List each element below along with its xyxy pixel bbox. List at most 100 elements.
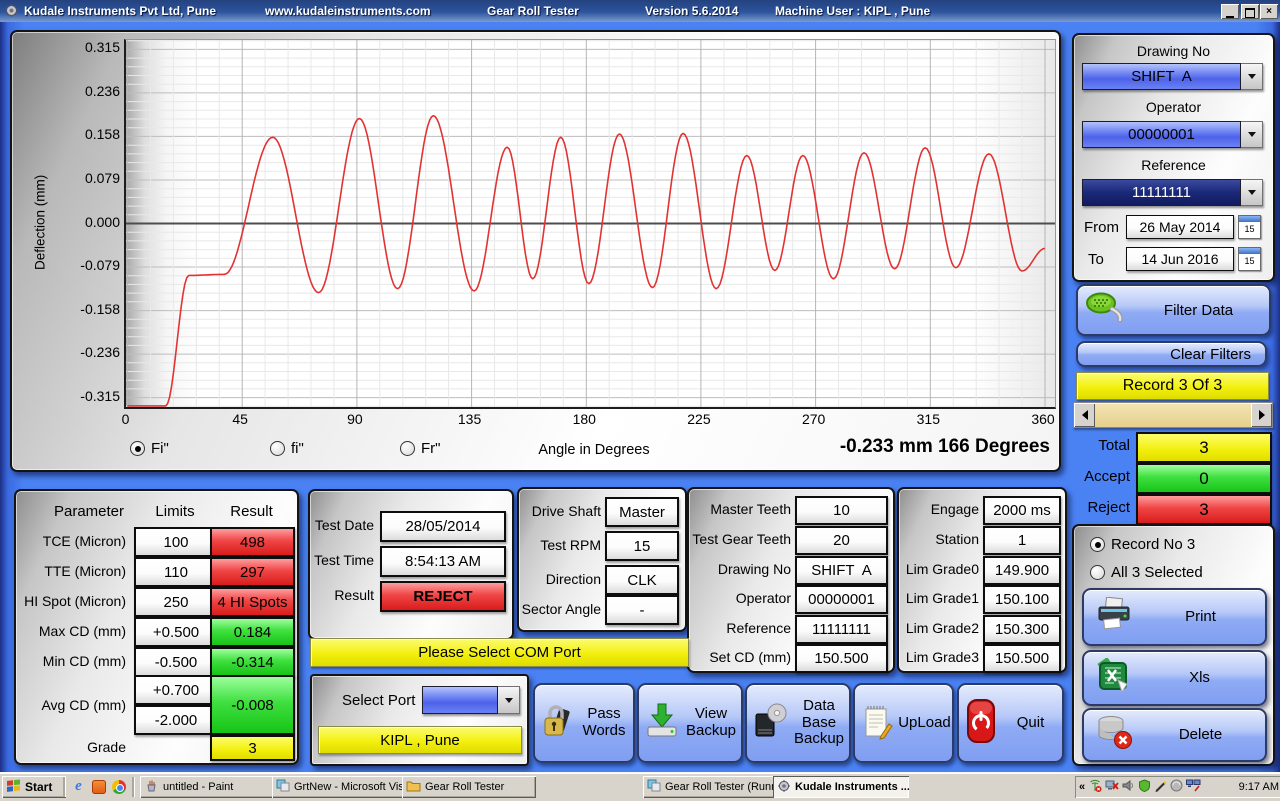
mincd-limit[interactable]: -0.500 [134,647,218,677]
avgcd-limit-upper[interactable]: +0.700 [134,675,218,705]
scroll-left-button[interactable] [1074,403,1095,427]
taskbar-divider [132,777,134,797]
print-button[interactable]: Print [1082,588,1267,646]
set-cd-value[interactable]: 150.500 [795,644,888,673]
restore-button[interactable] [1241,4,1259,19]
operator-dropdown[interactable]: 00000001 [1082,121,1263,148]
updates-shield-icon[interactable] [1138,779,1151,795]
reference-value2[interactable]: 11111111 [795,615,888,644]
tte-result: 297 [210,557,295,587]
fr-radio-label: Fr" [421,440,440,457]
clear-filters-button[interactable]: Clear Filters [1076,341,1267,367]
task-paint[interactable]: untitled - Paint [140,776,276,798]
master-teeth-value[interactable]: 10 [795,496,888,525]
lim-grade0-value[interactable]: 149.900 [983,556,1061,585]
upload-label: UpLoad [895,715,952,732]
record-scrollbar[interactable] [1073,402,1273,428]
network-computers-icon[interactable] [1186,779,1201,795]
quit-button[interactable]: Quit [957,683,1064,763]
avgcd-result: -0.008 [210,675,295,735]
select-port-dropdown[interactable] [422,686,520,714]
lim-grade1-label: Lim Grade1 [899,590,979,606]
filter-data-label: Filter Data [1128,302,1269,319]
task-gear-roll-tester-folder[interactable]: Gear Roll Tester [402,776,536,798]
pen-input-icon[interactable] [1154,779,1167,795]
fr-radio[interactable]: Fr" [400,440,440,457]
test-rpm-value[interactable]: 15 [605,531,679,561]
x-tick-label: 360 [1031,411,1054,427]
x-tick-label: 135 [458,411,481,427]
y-tick-label: 0.158 [85,126,120,142]
upload-button[interactable]: UpLoad [853,683,954,763]
drive-shaft-value[interactable]: Master [605,497,679,527]
x-tick-label: 0 [122,411,130,427]
wireless-icon[interactable] [1088,779,1102,795]
task-grtnew[interactable]: GrtNew - Microsoft Visual... [272,776,406,798]
test-date-value: 28/05/2014 [380,511,506,542]
lim-grade1-value[interactable]: 150.100 [983,585,1061,614]
operator-value: 00000001 [1082,121,1241,148]
chevron-down-icon[interactable] [498,686,520,714]
delete-button[interactable]: Delete [1082,708,1267,762]
test-gear-teeth-value[interactable]: 20 [795,526,888,555]
from-date-input[interactable]: 26 May 2014 [1126,215,1234,239]
fi-lower-radio[interactable]: fi" [270,440,304,457]
operator-value2[interactable]: 00000001 [795,585,888,614]
chevron-down-icon[interactable] [1241,63,1263,90]
chevron-down-icon[interactable] [1241,121,1263,148]
lim-grade2-value[interactable]: 150.300 [983,615,1061,644]
scrollbar-track[interactable] [1095,403,1251,427]
pass-words-button[interactable]: Pass Words [533,683,635,763]
hispot-limit[interactable]: 250 [134,587,218,617]
y-axis-label: Deflection (mm) [32,122,48,322]
tce-limit[interactable]: 100 [134,527,218,557]
volume-icon[interactable] [1122,779,1135,795]
maxcd-result: 0.184 [210,617,295,647]
start-button[interactable]: Start [2,776,66,798]
browser-icon[interactable] [110,778,127,795]
clock[interactable]: 9:17 AM [1239,781,1279,793]
task-gear-roll-tester-running[interactable]: Gear Roll Tester (Runnin... [643,776,778,798]
x-tick-label: 225 [687,411,710,427]
result-header: Result [210,503,293,520]
station-value[interactable]: 1 [983,526,1061,555]
xls-button[interactable]: Xls [1082,650,1267,706]
record-counter: Record 3 Of 3 [1076,372,1269,400]
drawing-no-dropdown[interactable]: SHIFT A [1082,63,1263,90]
engage-value[interactable]: 2000 ms [983,496,1061,525]
to-date-input[interactable]: 14 Jun 2016 [1126,247,1234,271]
kudale-app-icon[interactable] [90,778,107,795]
sector-angle-value[interactable]: - [605,595,679,625]
to-calendar-icon[interactable]: 15 [1238,247,1261,271]
tray-chevron[interactable]: « [1079,781,1085,793]
drawing-no-value2[interactable]: SHIFT A [795,556,888,585]
chevron-down-icon[interactable] [1241,179,1263,206]
download-manager-icon[interactable] [1170,779,1183,795]
reject-label: Reject [1072,499,1130,516]
tte-limit[interactable]: 110 [134,557,218,587]
excel-icon [1090,658,1132,698]
scroll-right-button[interactable] [1251,403,1272,427]
accept-value: 0 [1136,463,1272,494]
direction-value[interactable]: CLK [605,565,679,595]
network-disabled-icon[interactable] [1105,779,1119,795]
avgcd-limit-lower[interactable]: -2.000 [134,705,218,735]
reference-label: Reference [1074,157,1273,173]
operator-label: Operator [1074,99,1273,115]
internet-explorer-icon[interactable]: e [70,778,87,795]
filter-data-button[interactable]: Filter Data [1076,284,1271,336]
lim-grade3-value[interactable]: 150.500 [983,644,1061,673]
reference-dropdown[interactable]: 11111111 [1082,179,1263,206]
maxcd-limit[interactable]: +0.500 [134,617,218,647]
task-kudale-instruments[interactable]: Kudale Instruments ... [773,776,909,798]
minimize-button[interactable] [1221,4,1239,19]
view-backup-button[interactable]: View Backup [637,683,743,763]
from-calendar-icon[interactable]: 15 [1238,215,1261,239]
all-selected-radio[interactable]: All 3 Selected [1090,564,1203,581]
plot-area[interactable] [124,39,1056,409]
database-backup-button[interactable]: Data Base Backup [745,683,851,763]
fi-radio[interactable]: Fi" [130,440,169,457]
close-button[interactable]: × [1260,4,1278,19]
record-no-radio[interactable]: Record No 3 [1090,536,1195,553]
visual-basic-icon [276,779,290,795]
